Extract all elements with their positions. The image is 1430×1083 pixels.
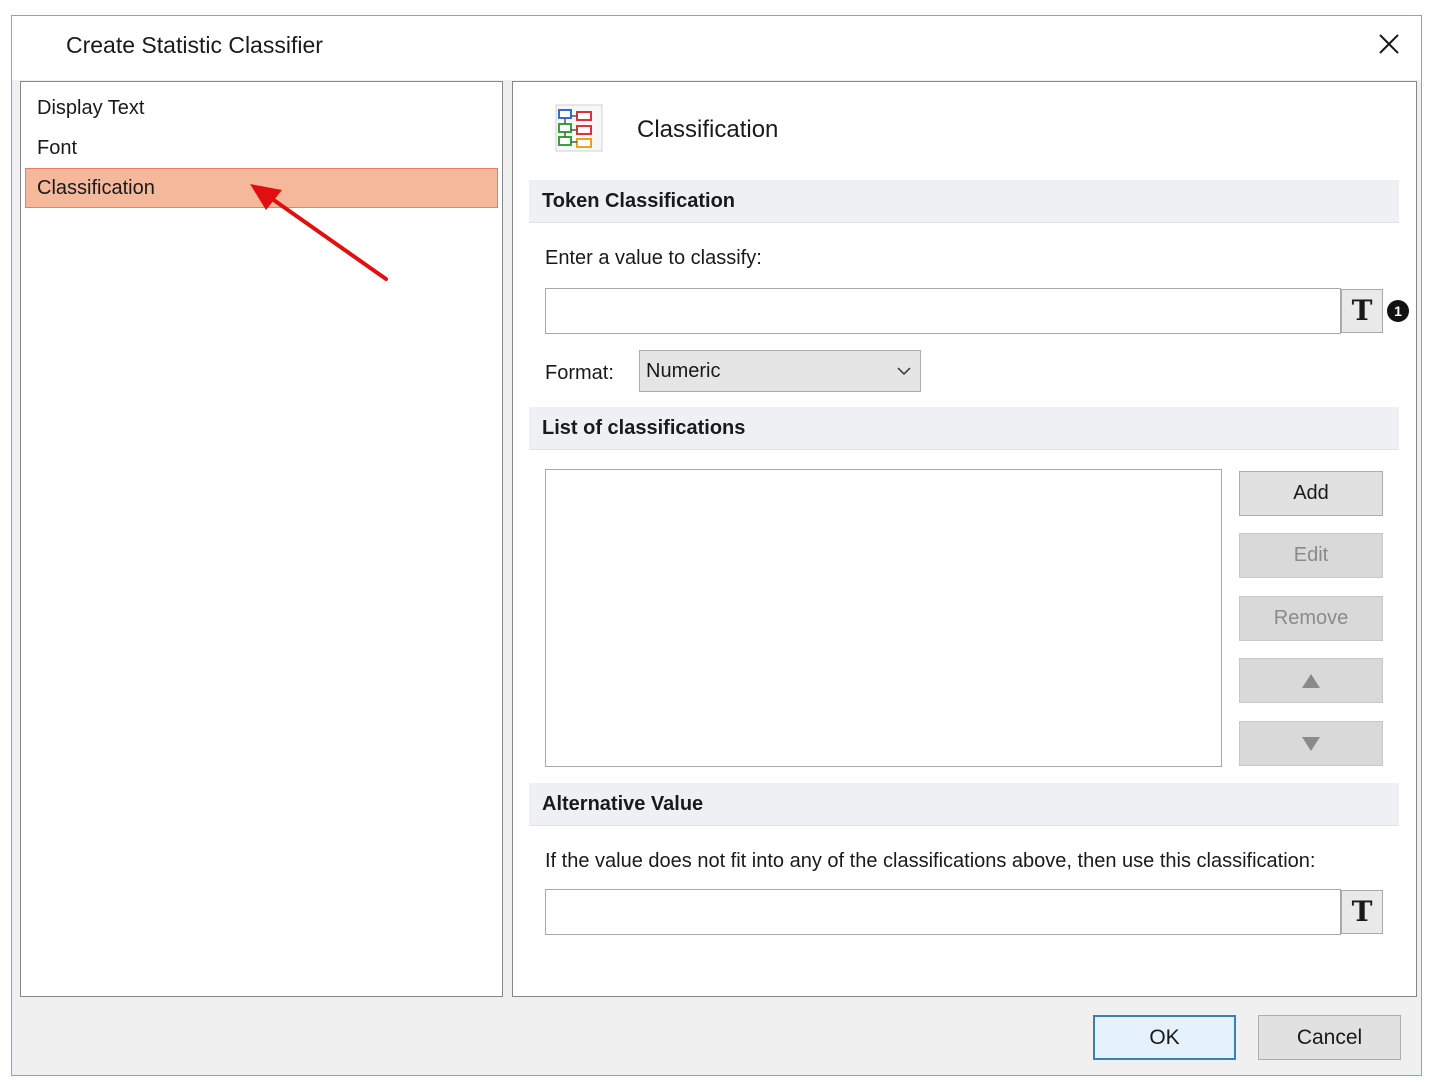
move-down-button[interactable] xyxy=(1239,721,1383,766)
classify-value-label: Enter a value to classify: xyxy=(545,247,762,269)
edit-button[interactable]: Edit xyxy=(1239,533,1383,578)
sidebar-item-font[interactable]: Font xyxy=(25,128,498,168)
token-classification-header: Token Classification xyxy=(529,180,1399,223)
format-dropdown[interactable]: Numeric xyxy=(639,350,921,392)
create-statistic-classifier-dialog: Create Statistic Classifier Display Text… xyxy=(11,15,1422,1076)
alternative-value-input[interactable] xyxy=(545,889,1341,935)
page-title: Classification xyxy=(637,116,779,143)
info-badge: 1 xyxy=(1387,300,1409,322)
text-format-button[interactable]: T xyxy=(1341,289,1383,333)
list-of-classifications-header: List of classifications xyxy=(529,407,1399,450)
classify-value-input[interactable] xyxy=(545,288,1341,334)
classification-diagram-icon xyxy=(555,104,603,152)
cancel-button[interactable]: Cancel xyxy=(1258,1015,1401,1060)
format-label: Format: xyxy=(545,362,614,384)
format-selected-value: Numeric xyxy=(646,360,721,382)
sidebar-item-classification[interactable]: Classification xyxy=(25,168,498,208)
add-button[interactable]: Add xyxy=(1239,471,1383,516)
remove-button[interactable]: Remove xyxy=(1239,596,1383,641)
classifications-list[interactable] xyxy=(545,469,1222,767)
down-triangle-icon xyxy=(1302,737,1320,751)
title-bar: Create Statistic Classifier xyxy=(12,16,1421,80)
alternative-value-header: Alternative Value xyxy=(529,783,1399,826)
up-triangle-icon xyxy=(1302,674,1320,688)
ok-button[interactable]: OK xyxy=(1093,1015,1236,1060)
classification-page: Classification Token Classification Ente… xyxy=(512,81,1417,997)
close-icon[interactable] xyxy=(1375,30,1403,58)
alternative-text-format-button[interactable]: T xyxy=(1341,890,1383,934)
dialog-title: Create Statistic Classifier xyxy=(66,32,323,58)
move-up-button[interactable] xyxy=(1239,658,1383,703)
sidebar-nav: Display Text Font Classification xyxy=(20,81,503,997)
alternative-value-label: If the value does not fit into any of th… xyxy=(545,850,1316,872)
chevron-down-icon xyxy=(897,367,911,376)
sidebar-item-display-text[interactable]: Display Text xyxy=(25,88,498,128)
